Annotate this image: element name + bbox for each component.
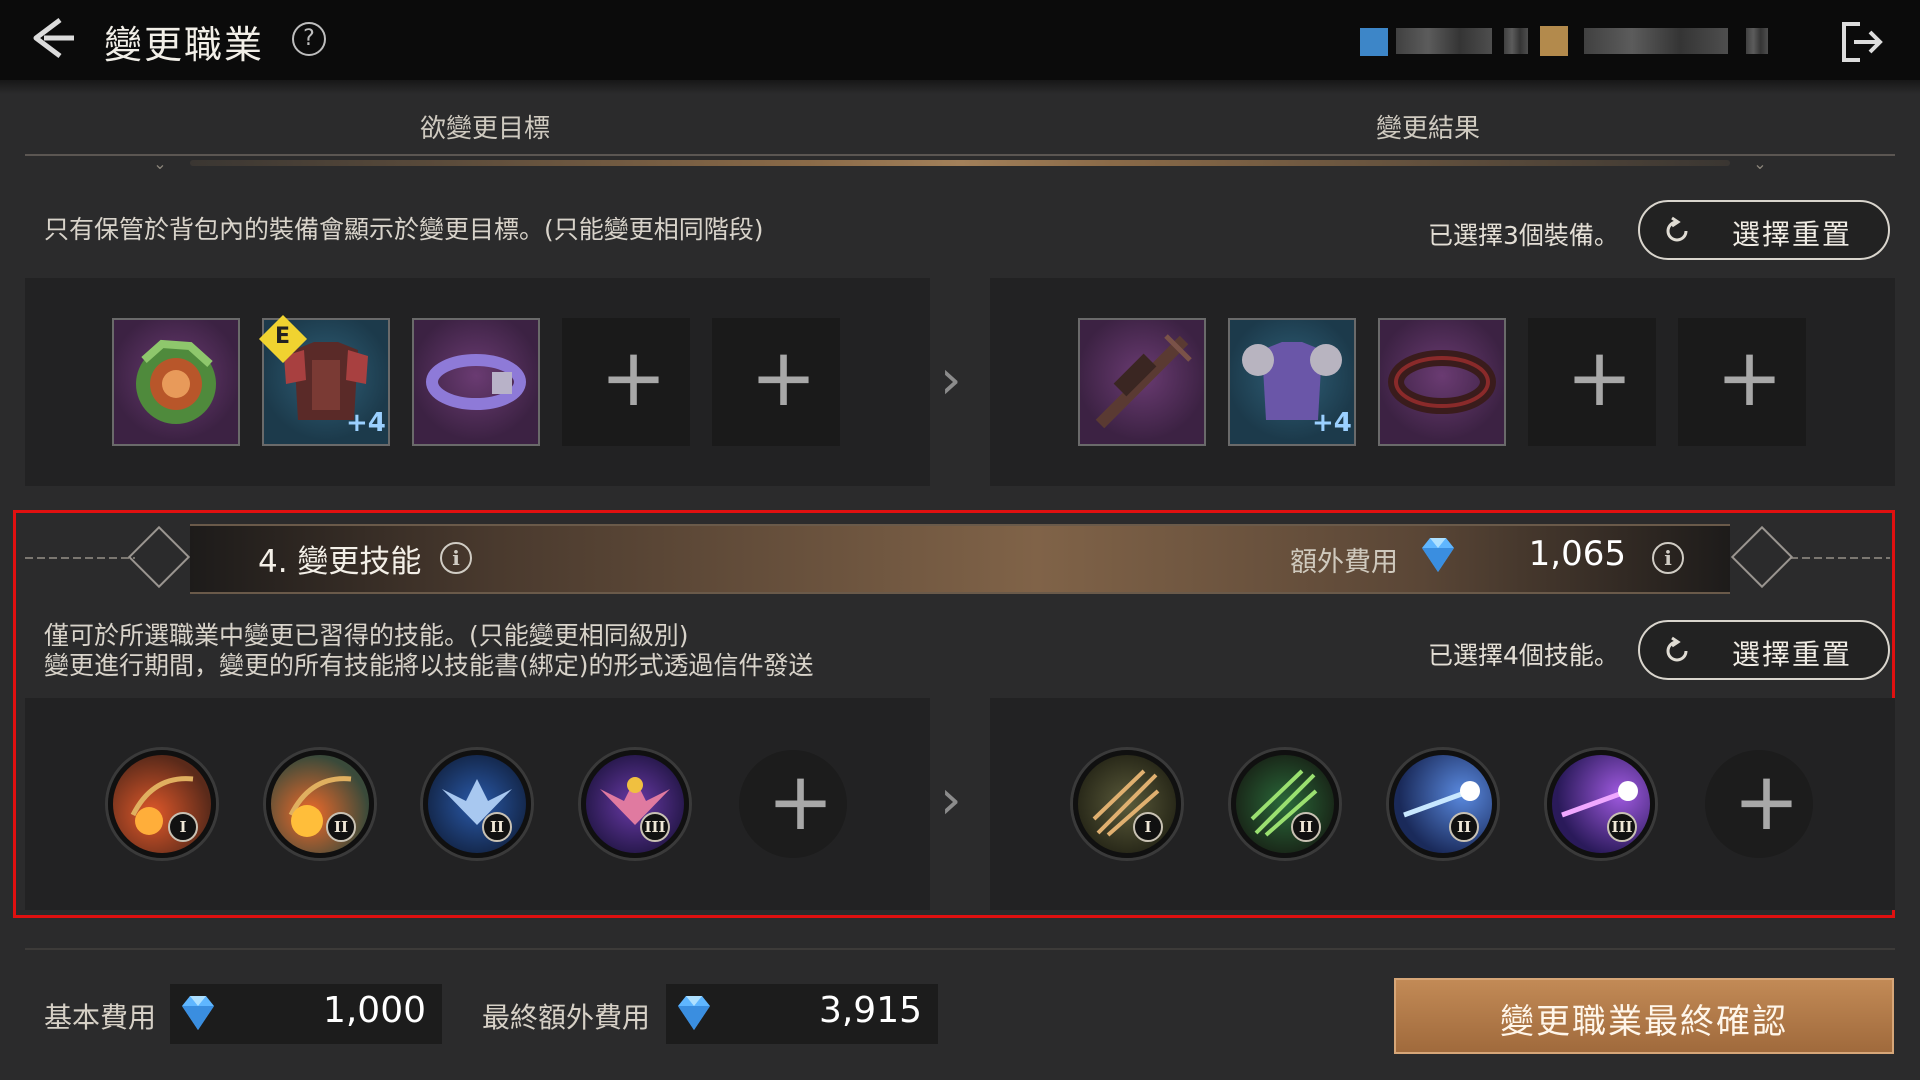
blurred-name [1584,28,1728,54]
skill-fire-shot[interactable] [108,750,216,858]
base-fee-label: 基本費用 [44,1001,157,1034]
final-extra-fee-label: 最終額外費用 [482,1001,651,1034]
equipment-slot-belt[interactable] [412,318,540,446]
skill-arrow-burst[interactable] [1073,750,1181,858]
guild-mark-icon [1540,26,1568,56]
confirm-job-change-button[interactable]: 變更職業最終確認 [1394,978,1894,1054]
skill-note-line1: 僅可於所選職業中變更已習得的技能。(只能變更相同級別) [44,621,689,650]
extra-fee-value: 1,065 [1528,534,1626,574]
page-title: 變更職業 [104,23,265,67]
result-slot-crossbow[interactable] [1078,318,1206,446]
empty-skill-slot[interactable]: + [1705,750,1813,858]
skill-star-arrow[interactable] [1389,750,1497,858]
result-slot-belt[interactable] [1378,318,1506,446]
chevron-right-icon: › [940,348,962,411]
refresh-icon [1666,636,1688,662]
divider [190,160,1730,166]
orb-icon [136,339,216,424]
chevron-down-icon: ⌄ [1753,154,1767,173]
skill-info-icon[interactable]: i [440,542,472,574]
diamond-icon [182,996,214,1030]
diamond-icon [1422,538,1454,572]
equipment-note: 只有保管於背包內的裝備會顯示於變更目標。(只能變更相同階段) [44,215,764,244]
refresh-icon [1666,216,1688,242]
result-slot-chain-armor[interactable]: +4 [1228,318,1356,446]
equipment-selected-count: 已選擇3個裝備。 [1428,221,1619,250]
skill-arrow-burst[interactable] [1231,750,1339,858]
empty-skill-slot[interactable]: + [739,750,847,858]
skill-fire-shot[interactable] [266,750,374,858]
skill-section-title: 4. 變更技能 [258,544,422,580]
empty-result-slot[interactable]: + [1528,318,1656,446]
belt-icon [426,354,526,410]
empty-equipment-slot[interactable]: + [562,318,690,446]
chevron-right-icon: › [940,768,962,831]
belt-icon [1388,350,1496,414]
skill-reset-button[interactable]: 選擇重置 [1638,620,1890,680]
blurred-name [1396,28,1492,54]
back-arrow-icon[interactable] [30,14,78,62]
extra-fee-label: 額外費用 [1290,547,1398,578]
final-extra-fee-value: 3,915 [818,990,922,1031]
exit-icon[interactable] [1838,18,1886,66]
skill-winged-emblem[interactable] [581,750,689,858]
result-column-header: 變更結果 [1376,114,1481,144]
base-fee-value: 1,000 [322,990,426,1031]
extra-fee-info-icon[interactable]: i [1652,542,1684,574]
diamond-icon [678,996,710,1030]
crossbow-icon [1095,334,1192,429]
skill-note-line2: 變更進行期間，變更的所有技能將以技能書(綁定)的形式透過信件發送 [44,651,814,680]
source-column-header: 欲變更目標 [420,114,551,144]
chevron-down-icon: ⌄ [153,154,167,173]
equipment-slot-orb[interactable] [112,318,240,446]
skill-winged-emblem[interactable] [423,750,531,858]
guild-emblem-icon [1360,28,1388,56]
equipment-reset-button[interactable]: 選擇重置 [1638,200,1890,260]
help-icon[interactable]: ? [292,22,326,56]
skill-selected-count: 已選擇4個技能。 [1428,641,1619,670]
skill-star-arrow[interactable] [1547,750,1655,858]
empty-result-slot[interactable]: + [1678,318,1806,446]
empty-equipment-slot[interactable]: + [712,318,840,446]
